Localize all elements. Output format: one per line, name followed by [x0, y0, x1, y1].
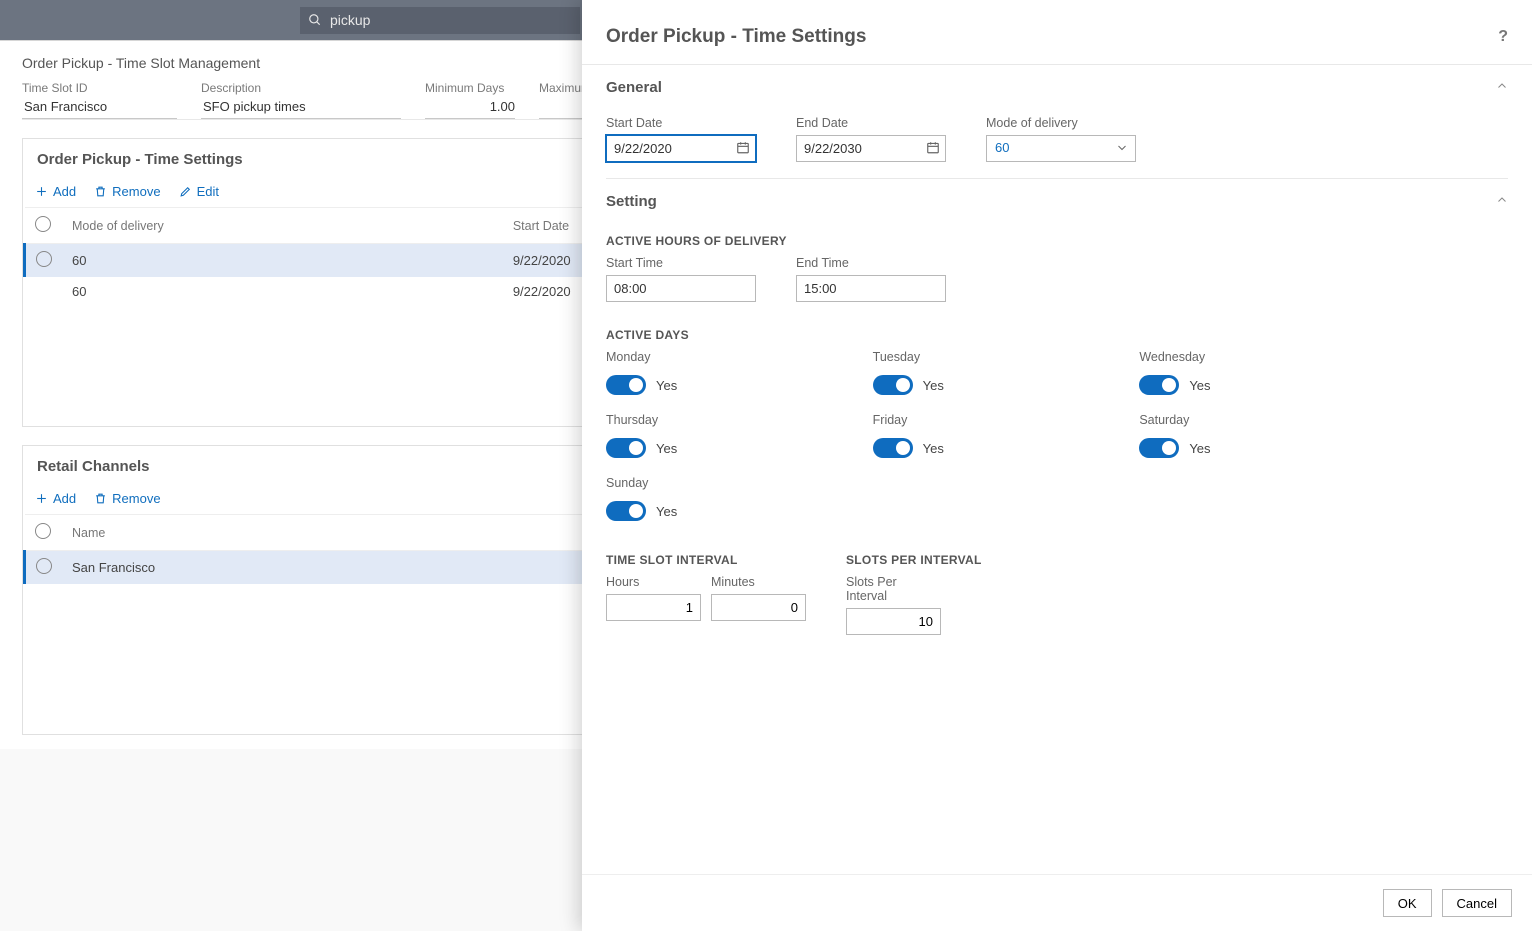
mode-of-delivery-select[interactable]: 60 [986, 135, 1136, 162]
add-button[interactable]: Add [35, 491, 76, 506]
field-label: End Date [796, 116, 946, 130]
field-label: Minutes [711, 575, 806, 589]
field-label: Monday [606, 350, 833, 364]
minutes-input[interactable] [711, 594, 806, 621]
friday-toggle[interactable] [873, 438, 913, 458]
saturday-toggle[interactable] [1139, 438, 1179, 458]
thursday-toggle[interactable] [606, 438, 646, 458]
cancel-button[interactable]: Cancel [1442, 889, 1512, 917]
row-selector[interactable] [36, 251, 52, 267]
start-date-input[interactable] [606, 135, 756, 162]
trash-icon [94, 492, 107, 505]
chevron-up-icon [1496, 194, 1508, 209]
field-label: Start Time [606, 256, 756, 270]
chevron-down-icon [1116, 141, 1128, 156]
search-box[interactable]: pickup [300, 7, 580, 34]
search-value: pickup [330, 12, 370, 28]
subhead: Time Slot Interval [606, 553, 806, 567]
field-label: Thursday [606, 413, 833, 427]
select-all[interactable] [25, 515, 63, 551]
subhead: Active Days [606, 328, 1508, 342]
general-accordion-head[interactable]: General [606, 65, 1508, 110]
field-label: Friday [873, 413, 1100, 427]
chevron-up-icon [1496, 80, 1508, 95]
remove-button[interactable]: Remove [94, 491, 160, 506]
cell-name: San Francisco [62, 551, 665, 585]
time-slot-id-value[interactable]: San Francisco [22, 99, 177, 114]
col-name[interactable]: Name [62, 515, 665, 551]
field-label: Slots Per Interval [846, 575, 941, 603]
row-selector[interactable] [36, 558, 52, 574]
subhead: Slots Per Interval [846, 553, 982, 567]
field-label: Wednesday [1139, 350, 1366, 364]
hours-input[interactable] [606, 594, 701, 621]
plus-icon [35, 185, 48, 198]
end-date-input[interactable] [796, 135, 946, 162]
monday-toggle[interactable] [606, 375, 646, 395]
col-mode[interactable]: Mode of delivery [62, 208, 503, 244]
field-label: Hours [606, 575, 701, 589]
add-button[interactable]: Add [35, 184, 76, 199]
start-time-input[interactable] [606, 275, 756, 302]
toggle-state: Yes [656, 378, 677, 393]
field-label: End Time [796, 256, 946, 270]
tuesday-toggle[interactable] [873, 375, 913, 395]
min-days-value[interactable]: 1.00 [425, 99, 515, 114]
toggle-state: Yes [656, 504, 677, 519]
toggle-state: Yes [923, 378, 944, 393]
field-label: Tuesday [873, 350, 1100, 364]
cell-mode: 60 [62, 277, 503, 306]
general-accordion: General Start Date [606, 65, 1508, 179]
ok-button[interactable]: OK [1383, 889, 1432, 917]
select-all[interactable] [25, 208, 63, 244]
panel-footer: OK Cancel [582, 874, 1532, 931]
header-label: Description [201, 81, 401, 95]
search-icon [308, 13, 322, 27]
slots-input[interactable] [846, 608, 941, 635]
toggle-state: Yes [656, 441, 677, 456]
header-label: Time Slot ID [22, 81, 177, 95]
field-label: Start Date [606, 116, 756, 130]
end-time-input[interactable] [796, 275, 946, 302]
description-value[interactable]: SFO pickup times [201, 99, 401, 114]
setting-accordion-head[interactable]: Setting [606, 179, 1508, 224]
wednesday-toggle[interactable] [1139, 375, 1179, 395]
toggle-state: Yes [923, 441, 944, 456]
toggle-state: Yes [1189, 378, 1210, 393]
header-label: Minimum Days [425, 81, 515, 95]
field-label: Mode of delivery [986, 116, 1136, 130]
cell-mode[interactable]: 60 [62, 244, 503, 278]
field-label: Saturday [1139, 413, 1366, 427]
side-panel: Order Pickup - Time Settings ? General S… [582, 0, 1532, 931]
setting-accordion: Setting Active Hours of Delivery Start T… [606, 179, 1508, 651]
help-icon[interactable]: ? [1498, 28, 1508, 46]
sunday-toggle[interactable] [606, 501, 646, 521]
pencil-icon [179, 185, 192, 198]
field-label: Sunday [606, 476, 833, 490]
toggle-state: Yes [1189, 441, 1210, 456]
subhead: Active Hours of Delivery [606, 234, 1508, 248]
edit-button[interactable]: Edit [179, 184, 219, 199]
panel-head: Order Pickup - Time Settings ? [582, 0, 1532, 65]
panel-title: Order Pickup - Time Settings [606, 26, 866, 48]
plus-icon [35, 492, 48, 505]
remove-button[interactable]: Remove [94, 184, 160, 199]
trash-icon [94, 185, 107, 198]
